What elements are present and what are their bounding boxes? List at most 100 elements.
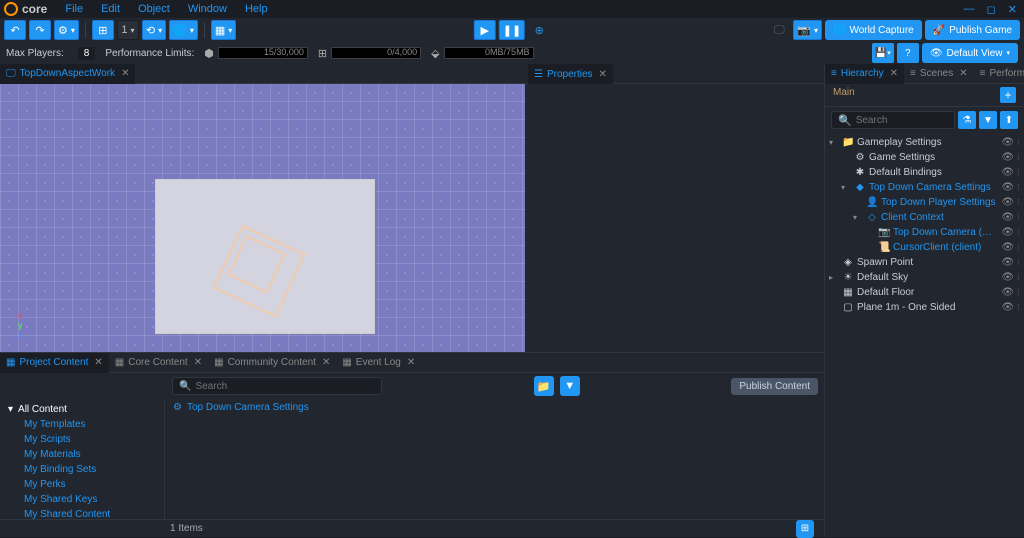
hierarchy-row[interactable]: ▦Default Floor👁⁝ (825, 285, 1024, 300)
undo-button[interactable]: ↶ (4, 20, 26, 40)
hierarchy-row[interactable]: ✱Default Bindings👁⁝ (825, 165, 1024, 180)
lock-icon[interactable]: ⁝ (1017, 182, 1020, 193)
hierarchy-upload[interactable]: ⬆ (1000, 111, 1018, 129)
hierarchy-row[interactable]: 👤Top Down Player Settings👁⁝ (825, 195, 1024, 210)
hierarchy-tab[interactable]: ≡Scenes✕ (904, 64, 974, 84)
hierarchy-row[interactable]: 📜CursorClient (client)👁⁝ (825, 240, 1024, 255)
tree-all-content[interactable]: ▾All Content (0, 402, 164, 417)
menu-object[interactable]: Object (130, 1, 178, 17)
hierarchy-add-button[interactable]: + (1000, 87, 1016, 103)
visibility-icon[interactable]: 👁 (1001, 257, 1014, 268)
visibility-icon[interactable]: 👁 (1001, 197, 1014, 208)
hierarchy-row[interactable]: ▢Plane 1m - One Sided👁⁝ (825, 300, 1024, 315)
hierarchy-search[interactable]: 🔍 (831, 111, 955, 129)
tree-node[interactable]: My Perks (0, 477, 164, 492)
hierarchy-row[interactable]: ◈Spawn Point👁⁝ (825, 255, 1024, 270)
grid-view-button[interactable]: ⊞ (796, 520, 814, 538)
hierarchy-row[interactable]: 📷Top Down Camera (client)👁⁝ (825, 225, 1024, 240)
filter-button[interactable]: ▼ (560, 376, 580, 396)
folder-button[interactable]: 📁 (534, 376, 554, 396)
lock-icon[interactable]: ⁝ (1017, 212, 1020, 223)
rotate-snap[interactable]: ⟲▾ (142, 20, 166, 40)
minimize-icon[interactable]: — (961, 3, 978, 16)
close-icon[interactable]: ✕ (194, 357, 202, 368)
camera-dropdown[interactable]: 📷▾ (793, 20, 822, 40)
visibility-icon[interactable]: 👁 (1001, 302, 1014, 313)
close-icon[interactable]: ✕ (322, 357, 330, 368)
hierarchy-row[interactable]: ⚙Game Settings👁⁝ (825, 150, 1024, 165)
visibility-icon[interactable]: 👁 (1001, 182, 1014, 193)
hierarchy-row[interactable]: ▾◇Client Context👁⁝ (825, 210, 1024, 225)
visibility-icon[interactable]: 👁 (1001, 287, 1014, 298)
lock-icon[interactable]: ⁝ (1017, 197, 1020, 208)
max-players-value[interactable]: 8 (78, 47, 96, 60)
play-button[interactable]: ▶ (474, 20, 496, 40)
menu-window[interactable]: Window (180, 1, 235, 17)
lock-icon[interactable]: ⁝ (1017, 227, 1020, 238)
lock-icon[interactable]: ⁝ (1017, 137, 1020, 148)
close-icon[interactable]: ✕ (94, 357, 102, 368)
close-icon[interactable]: ✕ (1005, 3, 1020, 16)
visibility-icon[interactable]: 👁 (1001, 242, 1014, 253)
content-tab[interactable]: ▦Project Content✕ (0, 353, 109, 373)
monitor-button[interactable]: 🖵 (768, 20, 790, 40)
lock-icon[interactable]: ⁝ (1017, 302, 1020, 313)
lock-icon[interactable]: ⁝ (1017, 257, 1020, 268)
redo-button[interactable]: ↷ (29, 20, 51, 40)
grid-toggle[interactable]: ⊞ (92, 20, 114, 40)
visibility-icon[interactable]: 👁 (1001, 212, 1014, 223)
menu-edit[interactable]: Edit (93, 1, 128, 17)
hierarchy-filter-2[interactable]: ▼ (979, 111, 997, 129)
hierarchy-row[interactable]: ▾◆Top Down Camera Settings👁⁝ (825, 180, 1024, 195)
world-capture-button[interactable]: 🌐 World Capture (825, 20, 922, 40)
multiplayer-button[interactable]: ⊕ (528, 20, 550, 40)
default-view-dropdown[interactable]: 👁 Default View ▾ (922, 43, 1018, 63)
maximize-icon[interactable]: ◻ (984, 3, 999, 16)
save-button[interactable]: 💾▾ (872, 43, 894, 63)
hierarchy-row[interactable]: ▾📁Gameplay Settings👁⁝ (825, 135, 1024, 150)
tree-node[interactable]: My Materials (0, 447, 164, 462)
tree-node[interactable]: My Templates (0, 417, 164, 432)
lock-icon[interactable]: ⁝ (1017, 287, 1020, 298)
publish-content-button[interactable]: Publish Content (731, 378, 818, 395)
hierarchy-row[interactable]: ▸☀Default Sky👁⁝ (825, 270, 1024, 285)
tree-node[interactable]: My Shared Content (0, 507, 164, 519)
viewport-tab[interactable]: 🖵TopDownAspectWork✕ (0, 64, 135, 84)
lock-icon[interactable]: ⁝ (1017, 167, 1020, 178)
close-icon[interactable]: ✕ (407, 357, 415, 368)
hierarchy-tab[interactable]: ≡Performance✕ (974, 64, 1024, 84)
properties-tab[interactable]: ☰Properties✕ (528, 64, 613, 84)
menu-file[interactable]: File (57, 1, 91, 17)
content-tab[interactable]: ▦Event Log✕ (336, 353, 421, 373)
hierarchy-tab[interactable]: ≡Hierarchy✕ (825, 64, 904, 84)
hierarchy-filter-1[interactable]: ⚗ (958, 111, 976, 129)
visibility-icon[interactable]: 👁 (1001, 152, 1014, 163)
lock-icon[interactable]: ⁝ (1017, 272, 1020, 283)
visibility-icon[interactable]: 👁 (1001, 137, 1014, 148)
viewport-3d[interactable]: xyz (0, 84, 824, 352)
content-search[interactable]: 🔍 (172, 377, 382, 395)
menu-help[interactable]: Help (237, 1, 276, 17)
visibility-icon[interactable]: 👁 (1001, 227, 1014, 238)
close-icon[interactable]: ✕ (599, 69, 607, 80)
pause-button[interactable]: ❚❚ (499, 20, 525, 40)
content-tab[interactable]: ▦Community Content✕ (208, 353, 336, 373)
tree-node[interactable]: My Shared Keys (0, 492, 164, 507)
lock-icon[interactable]: ⁝ (1017, 152, 1020, 163)
visibility-icon[interactable]: 👁 (1001, 167, 1014, 178)
globe-toggle[interactable]: 🌐▾ (169, 20, 198, 40)
snap-value[interactable]: 1▾ (117, 20, 139, 40)
tree-node[interactable]: My Binding Sets (0, 462, 164, 477)
tree-node[interactable]: My Scripts (0, 432, 164, 447)
publish-game-button[interactable]: 🚀 Publish Game (925, 20, 1020, 40)
close-icon[interactable]: ✕ (121, 68, 129, 79)
group-button[interactable]: ▦▾ (211, 20, 236, 40)
content-tab[interactable]: ▦Core Content✕ (109, 353, 208, 373)
help-button[interactable]: ? (897, 43, 919, 63)
settings-dropdown[interactable]: ⚙▾ (54, 20, 79, 40)
close-icon[interactable]: ✕ (890, 68, 898, 79)
lock-icon[interactable]: ⁝ (1017, 242, 1020, 253)
visibility-icon[interactable]: 👁 (1001, 272, 1014, 283)
close-icon[interactable]: ✕ (959, 68, 967, 79)
content-item[interactable]: ⚙Top Down Camera Settings (165, 399, 824, 416)
